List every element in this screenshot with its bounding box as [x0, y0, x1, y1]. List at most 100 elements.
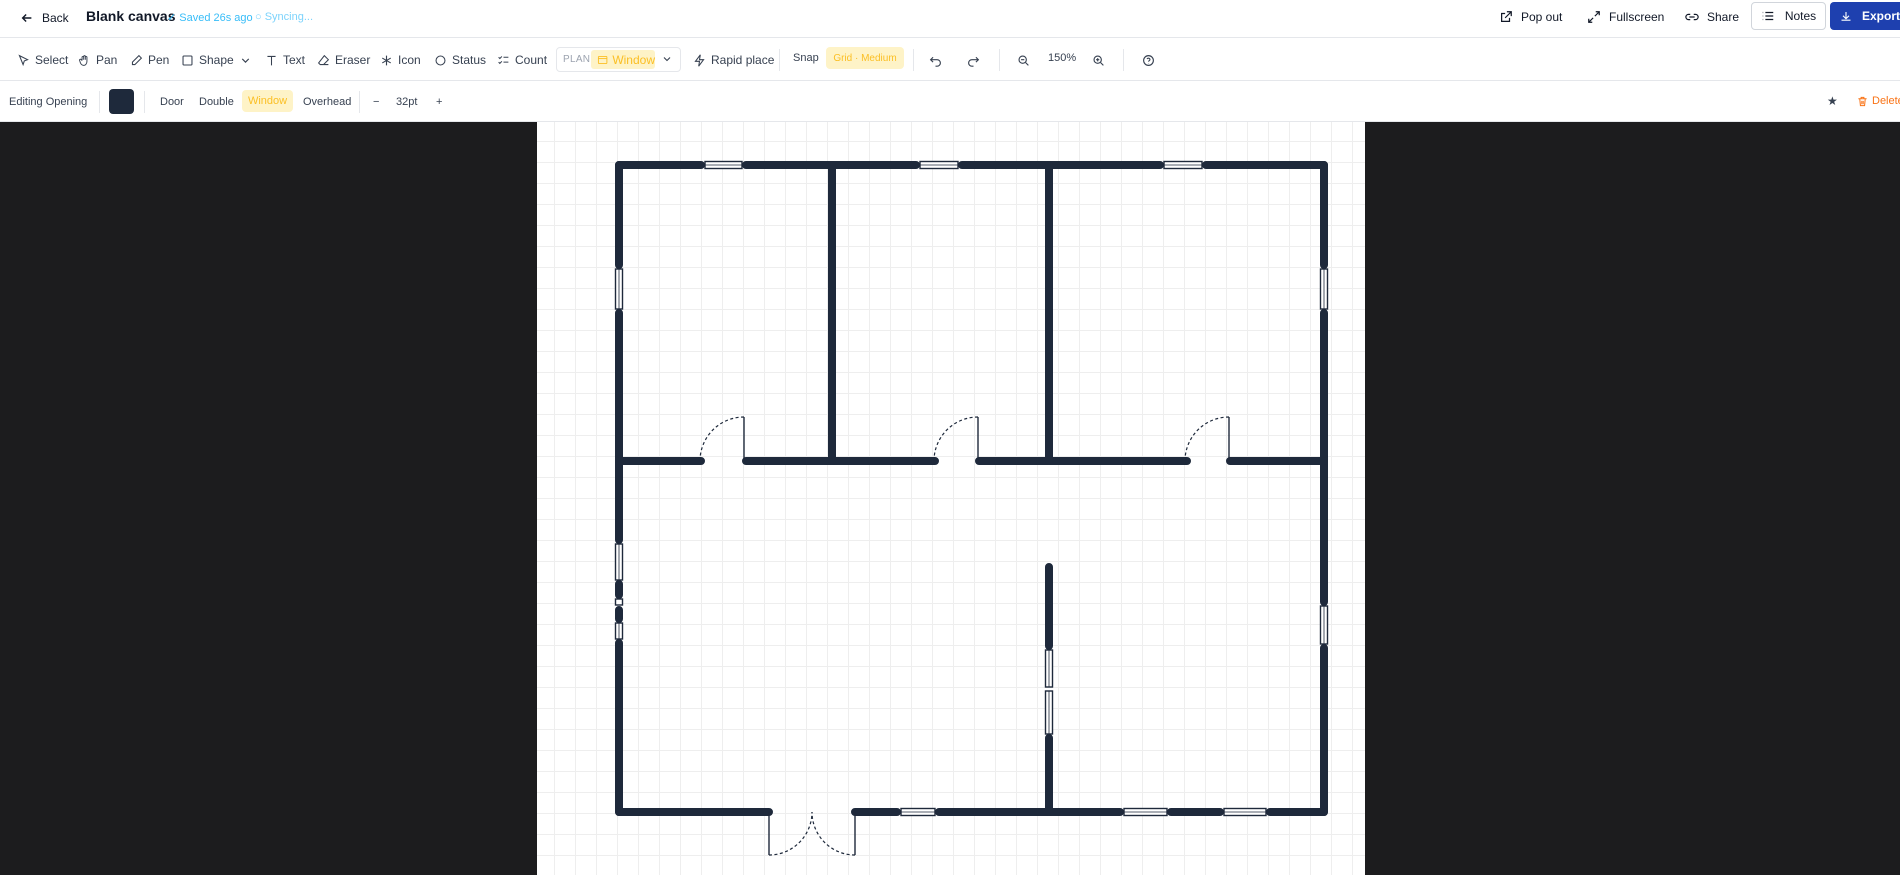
fullscreen-button[interactable]: Fullscreen: [1587, 4, 1664, 30]
plan-mode-group: PLAN Window: [556, 47, 681, 72]
circle-icon: [435, 55, 446, 65]
pan-tool[interactable]: Pan: [78, 50, 117, 70]
zap-icon: [694, 53, 705, 67]
list-check-icon: [498, 55, 509, 64]
rapid-place-label: Rapid place: [711, 53, 775, 67]
redo-icon: [968, 56, 980, 67]
rapid-place-tool[interactable]: Rapid place: [693, 50, 774, 70]
opening-window-option[interactable]: Window: [242, 90, 293, 112]
divider: [779, 49, 780, 71]
fullscreen-label: Fullscreen: [1609, 10, 1665, 24]
window-center-lines: [618, 164, 1325, 813]
door-swing: [1184, 416, 1230, 462]
shape-dropdown[interactable]: [239, 50, 252, 70]
arrow-left-icon: [21, 14, 32, 22]
share-button[interactable]: Share: [1685, 4, 1739, 30]
pan-label: Pan: [96, 53, 118, 67]
zoom-out-icon: [1018, 54, 1029, 66]
size-decrease-button[interactable]: −: [373, 96, 379, 108]
text-tool[interactable]: Text: [265, 50, 305, 70]
notes-label: Notes: [1784, 9, 1817, 23]
zoom-level[interactable]: 150%: [1048, 52, 1076, 64]
pen-icon: [131, 54, 143, 65]
count-label: Count: [515, 53, 548, 67]
editing-label: Editing Opening: [9, 96, 88, 108]
door-swing: [768, 811, 813, 856]
count-tool[interactable]: Count: [497, 50, 547, 70]
favorite-button[interactable]: ★: [1827, 94, 1838, 108]
trash-icon: [1858, 96, 1867, 106]
help-icon: [1143, 54, 1154, 66]
popout-label: Pop out: [1521, 10, 1563, 24]
undo-button[interactable]: [929, 50, 942, 70]
cursor-icon: [18, 54, 29, 66]
undo-icon: [929, 56, 941, 67]
popout-button[interactable]: Pop out: [1499, 4, 1562, 30]
color-swatch[interactable]: [109, 89, 134, 114]
asterisk-icon: [381, 55, 392, 65]
door-swing: [699, 416, 745, 462]
doors: [699, 416, 1230, 856]
properties-bar: Editing Opening Door Double Window Overh…: [0, 82, 1900, 122]
plan-window-selector[interactable]: Window: [591, 50, 655, 69]
help-button[interactable]: [1142, 50, 1155, 70]
plan-label: PLAN: [563, 54, 591, 65]
notes-button[interactable]: Notes: [1751, 2, 1826, 30]
download-icon: [1841, 11, 1851, 21]
select-tool[interactable]: Select: [17, 50, 68, 70]
document-title[interactable]: Blank canvas: [86, 8, 176, 24]
size-value: 32pt: [396, 96, 418, 108]
shape-label: Shape: [199, 53, 234, 67]
windows: [614, 160, 1329, 817]
delete-label: Delete: [1872, 95, 1900, 107]
opening-overhead-option[interactable]: Overhead: [303, 96, 351, 108]
share-label: Share: [1707, 10, 1740, 24]
external-link-icon: [1501, 11, 1512, 22]
export-button[interactable]: Export: [1830, 2, 1900, 30]
saved-status: ✓ Saved 26s ago: [167, 12, 253, 24]
status-tool[interactable]: Status: [434, 50, 486, 70]
walls: [615, 161, 1328, 816]
pen-label: Pen: [148, 53, 170, 67]
divider: [913, 49, 914, 71]
grid-size-selector[interactable]: Grid · Medium: [826, 47, 904, 69]
export-label: Export: [1861, 9, 1900, 23]
eraser-icon: [317, 54, 330, 65]
square-icon: [182, 55, 193, 65]
opening-double-option[interactable]: Double: [199, 96, 234, 108]
size-increase-button[interactable]: +: [436, 96, 442, 108]
window-icon: [597, 55, 608, 64]
top-header: Back Blank canvas ✓ Saved 26s ago ○ Sync…: [0, 0, 1900, 38]
redo-button[interactable]: [967, 50, 980, 70]
divider: [144, 91, 145, 113]
back-label: Back: [42, 11, 69, 25]
divider: [999, 49, 1000, 71]
shape-tool[interactable]: Shape: [181, 50, 234, 70]
divider: [99, 91, 100, 113]
eraser-tool[interactable]: Eraser: [317, 50, 370, 70]
snap-toggle[interactable]: Snap: [793, 52, 819, 64]
hand-icon: [79, 54, 88, 66]
expand-icon: [1588, 11, 1600, 23]
opening-door-option[interactable]: Door: [160, 96, 184, 108]
zoom-out-button[interactable]: [1017, 50, 1030, 70]
wall[interactable]: [828, 161, 1053, 465]
floor-plan[interactable]: [537, 122, 1365, 875]
back-button[interactable]: Back: [20, 7, 69, 29]
pen-tool[interactable]: Pen: [130, 50, 169, 70]
select-label: Select: [35, 53, 69, 67]
chevron-down-icon[interactable]: [661, 53, 673, 65]
delete-button[interactable]: Delete: [1857, 95, 1900, 107]
zoom-in-icon: [1093, 54, 1104, 66]
window-opening[interactable]: [614, 598, 624, 606]
chevron-down-icon: [241, 57, 250, 63]
zoom-in-button[interactable]: [1092, 50, 1105, 70]
door-swing: [811, 811, 856, 856]
sync-status: ○ Syncing...: [255, 11, 314, 23]
eraser-label: Eraser: [335, 53, 371, 67]
list-icon: [1762, 11, 1774, 21]
icon-tool[interactable]: Icon: [380, 50, 421, 70]
divider: [359, 91, 360, 113]
drawing-sheet[interactable]: [537, 122, 1365, 875]
divider: [1123, 49, 1124, 71]
